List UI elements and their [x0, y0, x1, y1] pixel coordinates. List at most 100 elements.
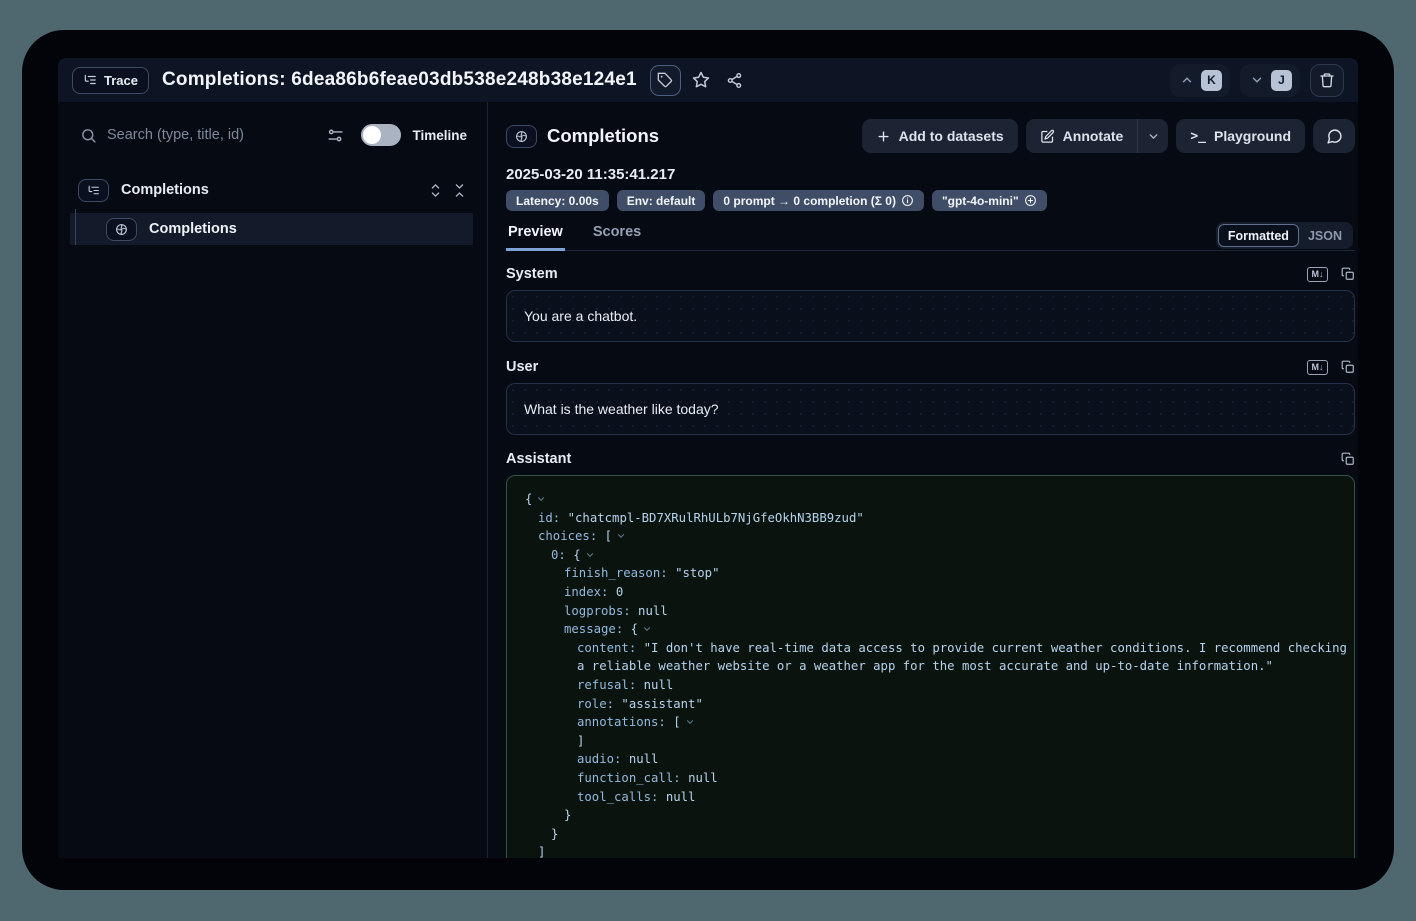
- plus-icon: [876, 129, 891, 144]
- format-toggle-formatted[interactable]: Formatted: [1218, 224, 1299, 247]
- tag-button[interactable]: [650, 65, 681, 96]
- plus-circle-icon[interactable]: [1024, 194, 1037, 207]
- observation-detail-panel: Completions Add to datasets Annotate: [487, 102, 1358, 858]
- tab-scores[interactable]: Scores: [591, 222, 643, 248]
- unfold-vertical-icon[interactable]: [428, 183, 443, 198]
- next-item-button[interactable]: J: [1240, 64, 1300, 97]
- observation-timestamp: 2025-03-20 11:35:41.217: [506, 166, 1355, 183]
- json-line: content: "I don't have real-time data ac…: [525, 639, 1354, 658]
- trace-tree-sidebar: Timeline Completions Completions: [58, 102, 487, 858]
- system-message-text: You are a chatbot.: [524, 308, 637, 324]
- token-usage-badge: 0 prompt → 0 completion (Σ 0): [713, 190, 924, 211]
- json-line: annotations: [: [525, 713, 1354, 732]
- json-line: tool_calls: null: [525, 788, 1354, 807]
- json-line: role: "assistant": [525, 695, 1354, 714]
- app-window: Trace Completions: 6dea86b6feae03db538e2…: [22, 30, 1394, 890]
- assistant-json: {id: "chatcmpl-BD7XRulRhULb7NjGfeOkhN3BB…: [506, 475, 1355, 858]
- generation-type-badge: [506, 125, 537, 148]
- user-message-text: What is the weather like today?: [524, 401, 719, 417]
- chevron-down-icon: [1147, 130, 1160, 143]
- copy-icon[interactable]: [1341, 452, 1355, 466]
- copy-icon[interactable]: [1341, 267, 1355, 281]
- markdown-toggle-icon[interactable]: M↓: [1307, 267, 1328, 282]
- json-line: audio: null: [525, 750, 1354, 769]
- json-line: message: {: [525, 620, 1354, 639]
- tag-icon: [657, 72, 673, 88]
- chevron-down-icon: [1250, 73, 1264, 87]
- timeline-toggle-label: Timeline: [412, 128, 467, 143]
- shortcut-key-k: K: [1201, 70, 1222, 91]
- search-icon: [80, 127, 97, 144]
- system-message-box: You are a chatbot.: [506, 290, 1355, 342]
- fold-vertical-icon[interactable]: [452, 183, 467, 198]
- expand-chevron-icon[interactable]: [642, 624, 652, 634]
- search-input[interactable]: [107, 127, 323, 143]
- json-line: choices: [: [525, 527, 1354, 546]
- terminal-icon: >_: [1190, 129, 1206, 144]
- trace-type-badge: Trace: [72, 67, 149, 94]
- preview-tabs: Preview Scores Formatted JSON: [506, 222, 1355, 251]
- expand-chevron-icon[interactable]: [685, 717, 695, 727]
- annotate-dropdown-button[interactable]: [1138, 119, 1168, 153]
- shortcut-key-j: J: [1271, 70, 1292, 91]
- json-line: function_call: null: [525, 769, 1354, 788]
- tree-item-trace-root[interactable]: Completions: [78, 176, 467, 204]
- model-badge: "gpt-4o-mini": [932, 190, 1047, 211]
- json-line: index: 0: [525, 583, 1354, 602]
- json-line: finish_reason: "stop": [525, 564, 1354, 583]
- search-row: Timeline: [80, 120, 467, 150]
- observation-title: Completions: [547, 125, 659, 147]
- list-tree-icon: [83, 73, 97, 87]
- json-line: }: [525, 806, 1354, 825]
- copy-icon[interactable]: [1341, 360, 1355, 374]
- tree-guide-line: [75, 209, 76, 245]
- tree-root-label: Completions: [121, 182, 209, 198]
- trace-title: Completions: 6dea86b6feae03db538e248b38e…: [162, 69, 637, 91]
- json-line: a reliable weather website or a weather …: [525, 657, 1354, 676]
- chevron-up-icon: [1180, 73, 1194, 87]
- delete-trace-button[interactable]: [1310, 64, 1344, 97]
- info-icon[interactable]: [901, 194, 914, 207]
- markdown-toggle-icon[interactable]: M↓: [1307, 360, 1328, 375]
- json-line: 0: {: [525, 546, 1354, 565]
- system-section-label: System: [506, 266, 558, 282]
- filter-settings-icon[interactable]: [323, 123, 347, 147]
- env-badge: Env: default: [617, 190, 706, 211]
- latency-badge: Latency: 0.00s: [506, 190, 609, 211]
- share-icon: [726, 72, 743, 89]
- prev-item-button[interactable]: K: [1170, 64, 1230, 97]
- json-line: {: [525, 490, 1354, 509]
- comment-bubble-icon: [1326, 128, 1343, 145]
- expand-chevron-icon[interactable]: [536, 494, 546, 504]
- expand-chevron-icon[interactable]: [585, 550, 595, 560]
- playground-button[interactable]: >_ Playground: [1176, 119, 1305, 153]
- annotate-button[interactable]: Annotate: [1026, 119, 1138, 153]
- json-line: ]: [525, 732, 1354, 751]
- trace-node-badge: [78, 179, 109, 202]
- user-message-box: What is the weather like today?: [506, 383, 1355, 435]
- share-button[interactable]: [721, 66, 749, 94]
- format-toggle-json[interactable]: JSON: [1299, 224, 1351, 247]
- json-line: refusal: null: [525, 676, 1354, 695]
- generation-node-badge: [106, 218, 137, 241]
- trace-header-bar: Trace Completions: 6dea86b6feae03db538e2…: [58, 58, 1358, 102]
- star-icon: [692, 71, 710, 89]
- trash-icon: [1319, 72, 1335, 88]
- annotate-split-button: Annotate: [1026, 119, 1169, 153]
- pen-square-icon: [1040, 129, 1055, 144]
- format-toggle: Formatted JSON: [1216, 222, 1353, 249]
- trace-badge-label: Trace: [104, 73, 138, 88]
- tab-preview[interactable]: Preview: [506, 222, 565, 251]
- tree-child-label: Completions: [149, 221, 237, 237]
- json-line: logprobs: null: [525, 602, 1354, 621]
- favorite-button[interactable]: [687, 66, 715, 94]
- comments-button[interactable]: [1313, 119, 1355, 153]
- user-section-label: User: [506, 359, 538, 375]
- expand-chevron-icon[interactable]: [616, 531, 626, 541]
- tree-item-generation[interactable]: Completions: [70, 213, 473, 245]
- json-line: ]: [525, 843, 1354, 858]
- timeline-toggle[interactable]: [361, 124, 401, 146]
- json-line: }: [525, 825, 1354, 844]
- json-line: id: "chatcmpl-BD7XRulRhULb7NjGfeOkhN3BB9…: [525, 509, 1354, 528]
- add-to-datasets-button[interactable]: Add to datasets: [862, 119, 1018, 153]
